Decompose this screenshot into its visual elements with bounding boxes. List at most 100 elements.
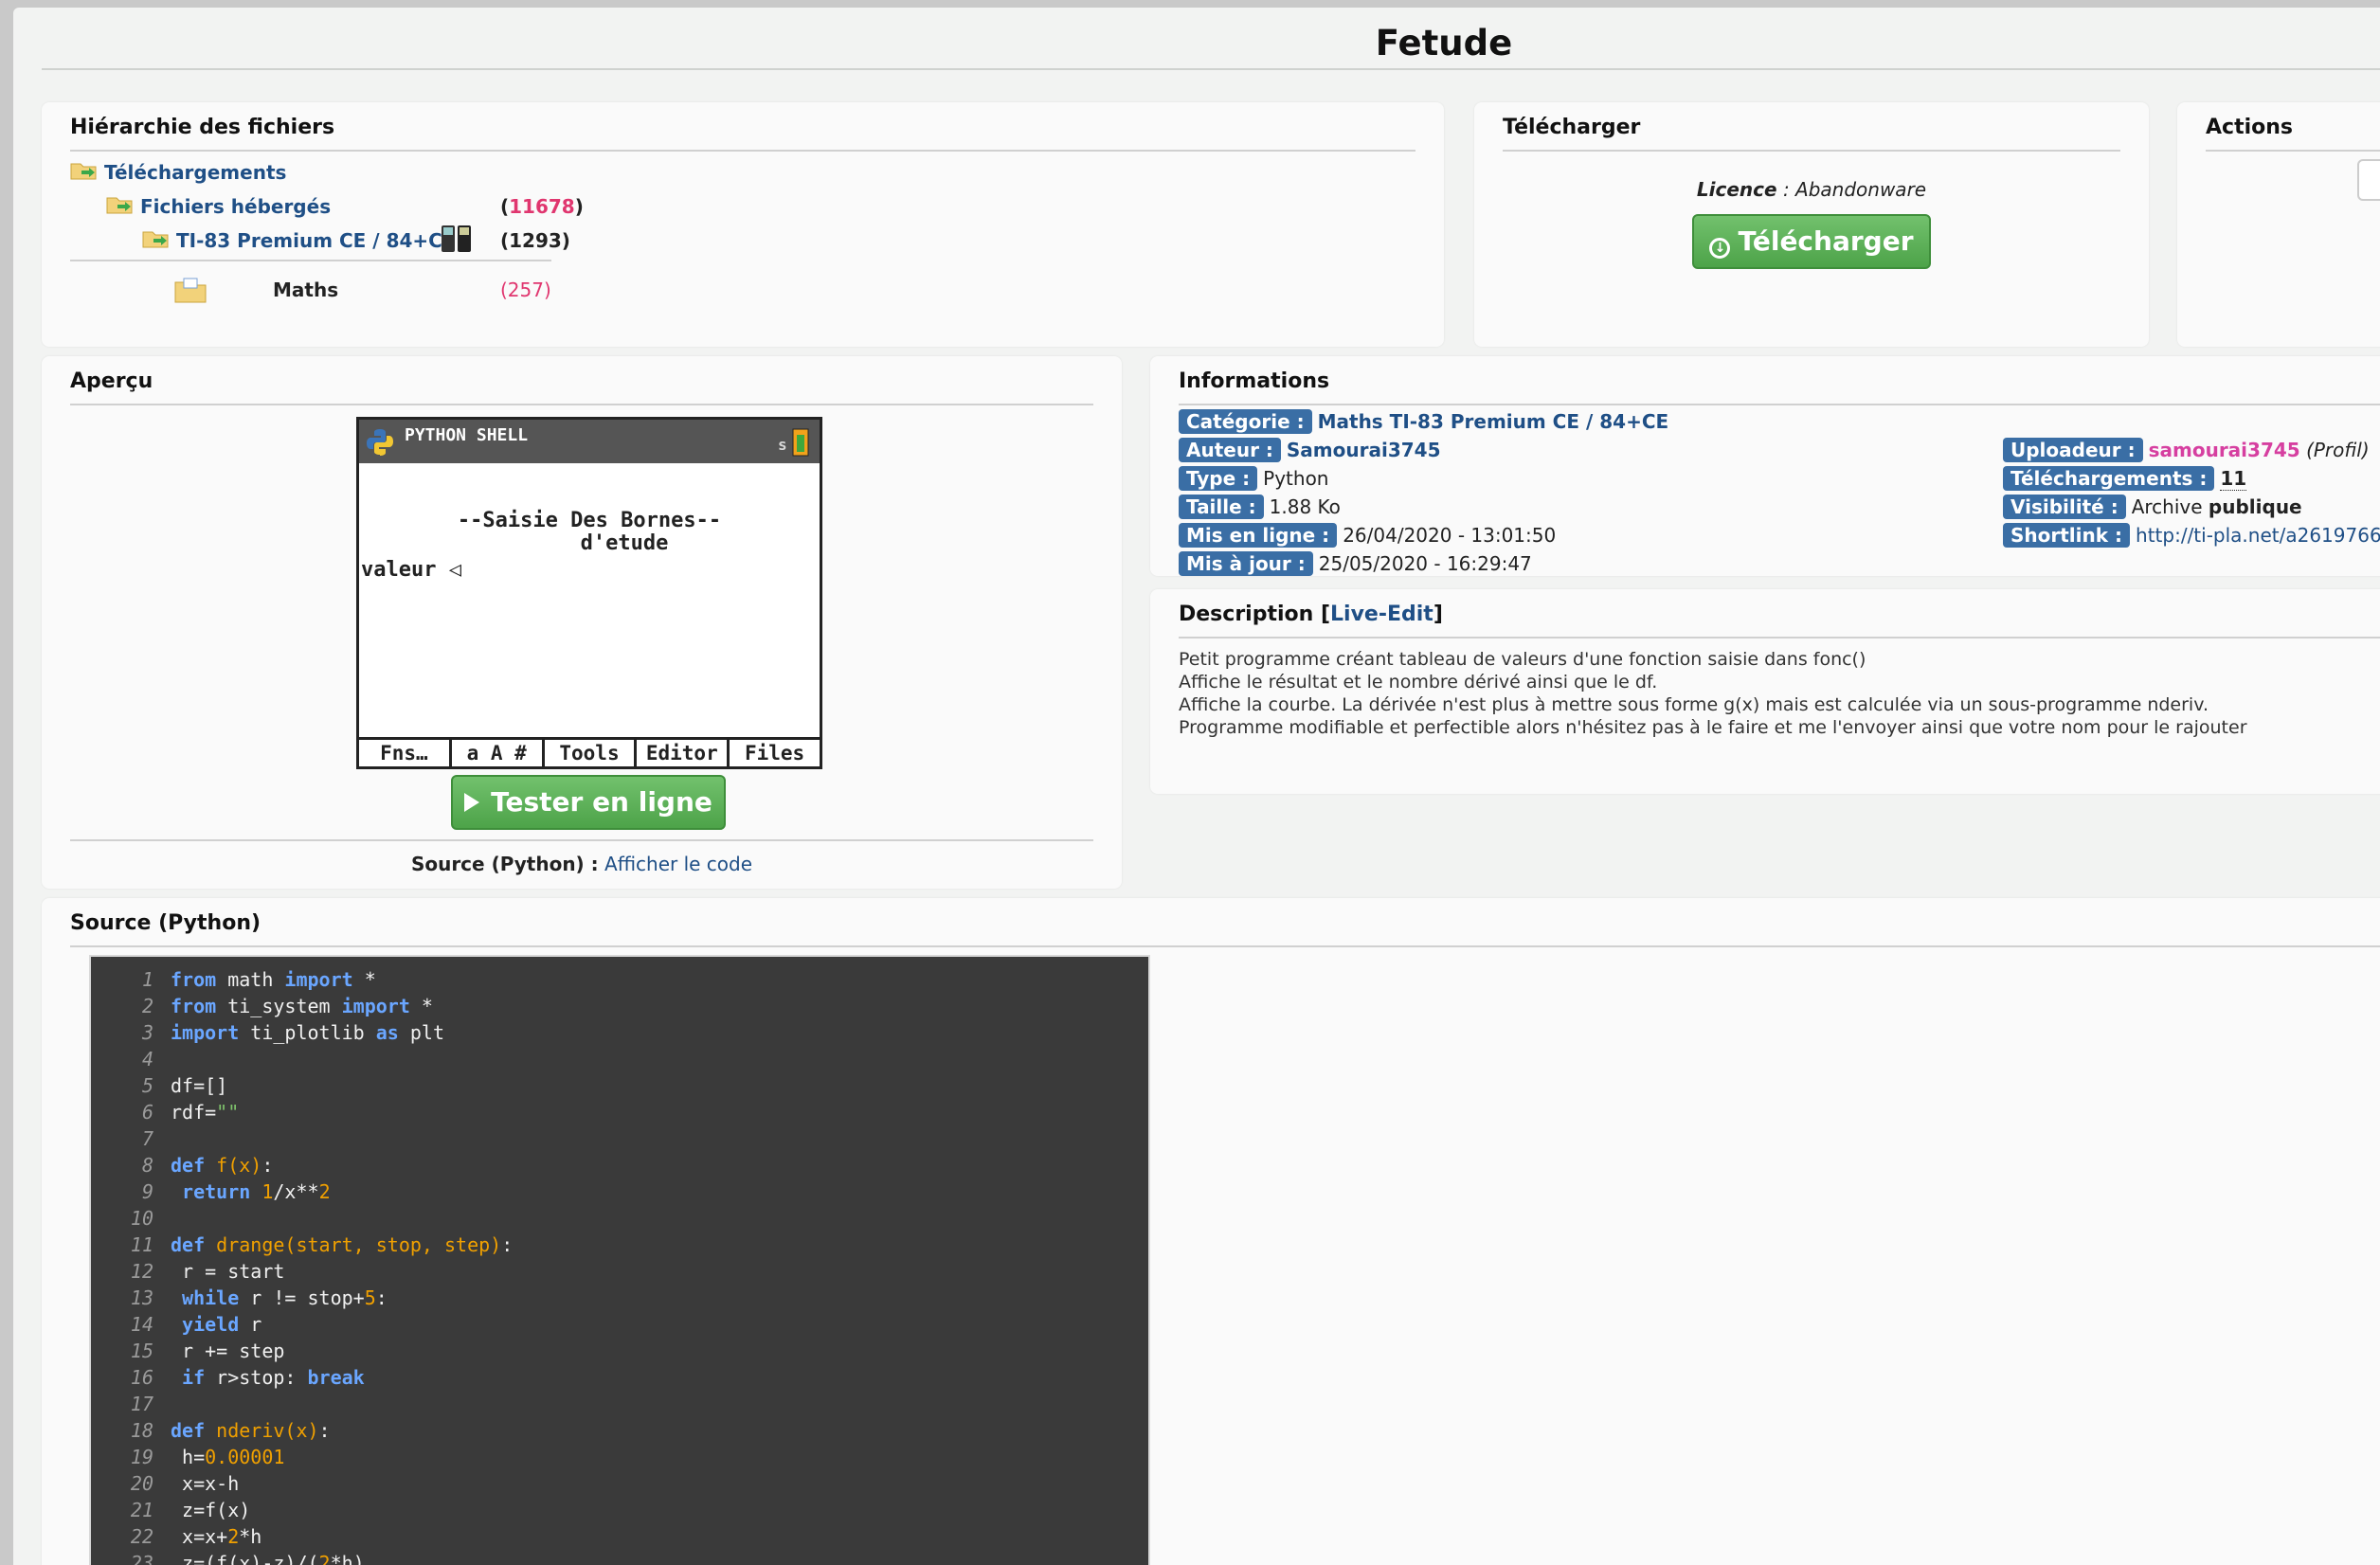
shortlink-link[interactable]: http://ti-pla.net/a2619766: [2136, 524, 2380, 547]
tree-count-ti83: (1293): [500, 229, 570, 252]
calc-line-3: valeur ◁: [361, 558, 461, 582]
download-icon: ↓: [1709, 238, 1731, 259]
code-line: 6 rdf="": [91, 1101, 239, 1127]
tree-divider: [70, 260, 551, 261]
source-label: Source (Python) :: [410, 853, 599, 875]
test-online-label: Tester en ligne: [491, 786, 712, 818]
calc-header-label: PYTHON SHELL: [405, 425, 529, 445]
battery-icon: s: [778, 428, 809, 457]
download-button-label: Télécharger: [1738, 225, 1914, 257]
line-number: 2: [141, 995, 153, 1017]
info-taille: Taille :1.88 Ko: [1179, 495, 1341, 519]
title-divider: [42, 68, 2380, 70]
code-viewer[interactable]: 1 from math import * 2 from ti_system impor…: [89, 955, 1150, 1565]
calc-tab-chars: a A #: [452, 740, 545, 766]
info-label: Auteur :: [1179, 438, 1281, 462]
profile-link[interactable]: (Profil): [2306, 439, 2370, 461]
code-text: import ti_plotlib as plt: [171, 1021, 445, 1044]
calc-tab-tools: Tools: [545, 740, 638, 766]
line-number: 21: [130, 1499, 153, 1521]
info-shortlink: Shortlink : http://ti-pla.net/a2619766: [2003, 523, 2380, 548]
line-number: 10: [130, 1207, 153, 1230]
info-label: Type :: [1179, 466, 1258, 491]
line-number: 14: [130, 1313, 153, 1336]
line-number: 5: [141, 1074, 153, 1097]
folder-up-icon: [142, 231, 169, 248]
code-text: r = start: [171, 1260, 285, 1283]
download-button[interactable]: ↓ Télécharger: [1692, 214, 1931, 269]
actions-title: Actions: [2206, 116, 2293, 139]
licence-label: Licence: [1696, 178, 1777, 201]
code-line: 9 return 1/x**2: [91, 1180, 331, 1207]
info-value: 1.88 Ko: [1269, 495, 1341, 518]
actions-button[interactable]: [2357, 159, 2380, 201]
line-number: 20: [130, 1472, 153, 1495]
code-line: 14 yield r: [91, 1313, 261, 1340]
code-line: 18 def nderiv(x):: [91, 1419, 331, 1446]
tree-item-telechargements[interactable]: Téléchargements: [104, 161, 286, 184]
description-text: Petit programme créant tableau de valeur…: [1179, 649, 2247, 738]
python-logo-icon: [367, 429, 393, 456]
line-number: 16: [130, 1366, 153, 1389]
description-divider: [1179, 637, 2380, 639]
code-text: from math import *: [171, 968, 376, 991]
code-text: from ti_system import *: [171, 995, 433, 1017]
info-value: 26/04/2020 - 13:01:50: [1343, 524, 1557, 547]
info-type: Type : Python: [1179, 466, 1328, 491]
line-number: 13: [130, 1286, 153, 1309]
preview-panel: Aperçu PYTHON SHELL s --Saisie Des Borne…: [42, 356, 1122, 889]
info-divider: [1179, 404, 2380, 405]
code-text: yield r: [182, 1313, 262, 1336]
code-line: 17: [91, 1393, 171, 1419]
code-text: if r>stop: break: [182, 1366, 365, 1389]
play-icon: [464, 793, 480, 812]
info-auteur: Auteur : Samourai3745: [1179, 438, 1441, 462]
code-text: while r != stop+5:: [182, 1286, 388, 1309]
downloads-count: 11: [2220, 467, 2247, 491]
tree-item-maths[interactable]: Maths: [273, 279, 338, 301]
show-code-link[interactable]: Afficher le code: [604, 853, 752, 875]
source-title: Source (Python): [70, 911, 261, 935]
calc-header: PYTHON SHELL s: [359, 420, 820, 463]
code-line: 15 r += step: [91, 1340, 285, 1366]
tree-item-ti83[interactable]: TI-83 Premium CE / 84+CE: [176, 229, 456, 252]
calc-line-2: d'etude: [580, 531, 669, 555]
download-divider: [1503, 150, 2120, 152]
download-title: Télécharger: [1503, 116, 1641, 139]
info-label: Catégorie :: [1179, 409, 1312, 434]
hierarchy-divider: [70, 150, 1415, 152]
preview-bottom-divider: [70, 839, 1093, 841]
uploader-link[interactable]: samourai3745: [2149, 439, 2300, 461]
source-line: Source (Python) : Afficher le code: [42, 853, 1122, 875]
code-text: rdf="": [171, 1101, 240, 1124]
info-mis-en-ligne: Mis en ligne :26/04/2020 - 13:01:50: [1179, 523, 1556, 548]
line-number: 15: [130, 1340, 153, 1362]
page-title: Fetude: [1375, 23, 1513, 63]
calc-tab-editor: Editor: [637, 740, 730, 766]
download-panel: Télécharger Licence : Abandonware ↓ Téléc…: [1474, 102, 2149, 347]
line-number: 23: [130, 1552, 153, 1565]
hierarchy-panel: Hiérarchie des fichiers Téléchargements …: [42, 102, 1444, 347]
info-value-link[interactable]: Samourai3745: [1287, 439, 1441, 461]
calculator-screenshot: PYTHON SHELL s --Saisie Des Bornes-- d'e…: [356, 417, 822, 769]
info-telechargements: Téléchargements :11: [2003, 466, 2247, 491]
calc-tabs: Fns… a A # Tools Editor Files: [359, 737, 820, 766]
tree-count-maths: (257): [500, 279, 551, 301]
info-panel: Informations Catégorie : Maths TI-83 Prem…: [1150, 356, 2380, 576]
test-online-button[interactable]: Tester en ligne: [451, 775, 726, 830]
line-number: 18: [130, 1419, 153, 1442]
info-title: Informations: [1179, 369, 1330, 393]
line-number: 22: [130, 1525, 153, 1548]
tree-item-fichiers-heberges[interactable]: Fichiers hébergés: [140, 195, 331, 218]
live-edit-link[interactable]: Live-Edit: [1330, 603, 1433, 626]
code-line: 22 x=x+2*h: [91, 1525, 261, 1552]
code-line: 1 from math import *: [91, 968, 376, 995]
line-number: 9: [141, 1180, 153, 1203]
description-panel: Description [Live-Edit] Petit programme …: [1150, 589, 2380, 794]
code-line: 13 while r != stop+5:: [91, 1286, 388, 1313]
info-value-link[interactable]: Maths TI-83 Premium CE / 84+CE: [1318, 410, 1669, 433]
preview-title: Aperçu: [70, 369, 153, 393]
actions-panel: Actions: [2177, 102, 2380, 347]
code-text: return 1/x**2: [182, 1180, 331, 1203]
code-line: 5 df=[]: [91, 1074, 227, 1101]
